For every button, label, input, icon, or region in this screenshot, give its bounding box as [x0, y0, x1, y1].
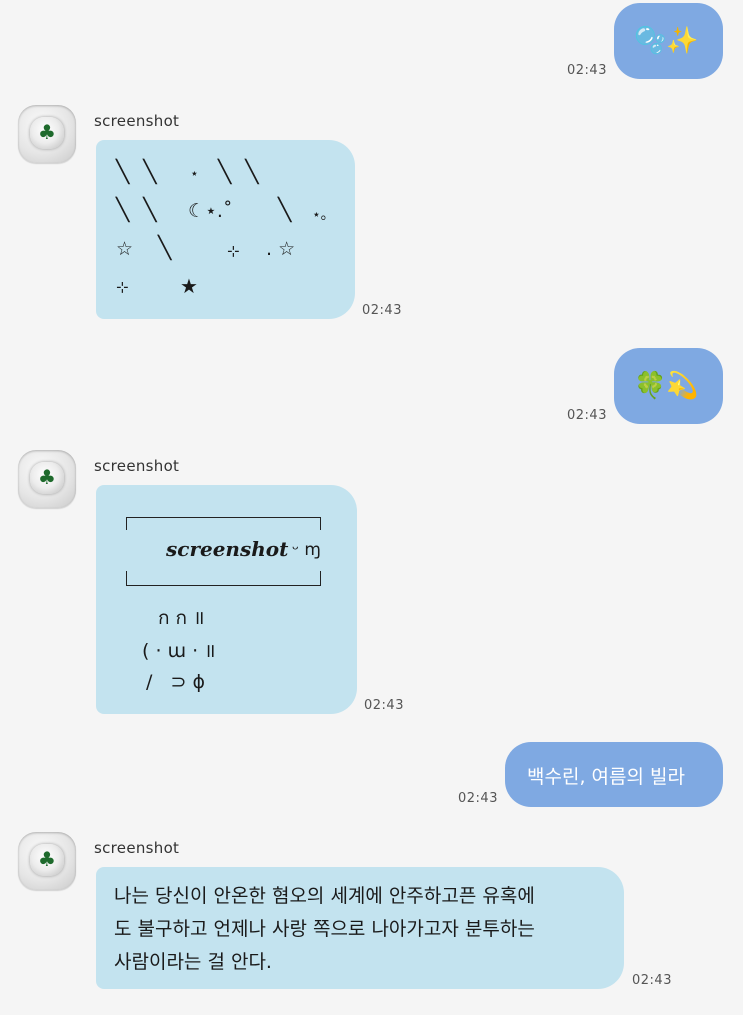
- message-text-line: 사람이라는 걸 안다.: [114, 951, 272, 973]
- incoming-message-bubble[interactable]: screenshot ᵕ ɱ ก ก ॥ ( · ɯ · ॥ / ⊃ ɸ: [96, 485, 357, 714]
- message-timestamp: 02:43: [458, 791, 498, 806]
- art-line: . ☆: [266, 238, 296, 260]
- avatar[interactable]: ♣: [18, 450, 76, 508]
- clover-icon: ♣: [38, 847, 56, 871]
- art-line: ╲ ╲: [218, 160, 259, 185]
- message-timestamp: 02:43: [632, 973, 672, 988]
- outgoing-message-bubble[interactable]: 🍀💫: [614, 348, 723, 424]
- art-line: ⊹: [116, 278, 129, 296]
- art-line: ☾⋆.˚: [188, 200, 233, 222]
- emoji-text: 🍀💫: [634, 371, 699, 401]
- avatar[interactable]: ♣: [18, 832, 76, 890]
- emoji-text: 🫧✨: [634, 26, 699, 56]
- incoming-message-bubble[interactable]: ╲ ╲ ⋆ ╲ ╲ ╲ ╲ ☾⋆.˚ ╲ ⋆｡ ☆ ╲ ⊹ . ☆ ⊹ ★: [96, 140, 355, 319]
- sender-name: screenshot: [94, 839, 180, 857]
- sender-name: screenshot: [94, 112, 180, 130]
- box-top-border: [126, 517, 321, 530]
- art-line: ╲: [278, 198, 292, 223]
- art-line: ★: [180, 274, 198, 298]
- art-line: / ⊃ ɸ: [146, 671, 206, 693]
- art-line: ⋆: [190, 166, 199, 182]
- art-line: ก ก ॥: [158, 607, 205, 629]
- message-text-line: 도 불구하고 언제나 사랑 쪽으로 나아가고자 분투하는: [114, 918, 535, 940]
- message-timestamp: 02:43: [567, 63, 607, 78]
- box-face-text: ᵕ ɱ: [292, 540, 321, 560]
- message-timestamp: 02:43: [364, 698, 404, 713]
- message-text: 백수린, 여름의 빌라: [527, 766, 685, 788]
- art-line: ⊹: [227, 242, 240, 260]
- box-name-text: screenshot: [166, 537, 289, 561]
- message-text-line: 나는 당신이 안온한 혐오의 세계에 안주하고픈 유혹에: [114, 885, 535, 907]
- avatar[interactable]: ♣: [18, 105, 76, 163]
- art-line: ( · ɯ · ॥: [142, 640, 216, 662]
- box-bottom-border: [126, 571, 321, 586]
- art-line: ╲ ╲: [116, 160, 157, 185]
- sender-name: screenshot: [94, 457, 180, 475]
- outgoing-message-bubble[interactable]: 백수린, 여름의 빌라: [505, 742, 723, 807]
- incoming-message-bubble[interactable]: 나는 당신이 안온한 혐오의 세계에 안주하고픈 유혹에 도 불구하고 언제나 …: [96, 867, 624, 989]
- message-timestamp: 02:43: [362, 303, 402, 318]
- art-line: ☆: [116, 238, 134, 260]
- clover-icon: ♣: [38, 465, 56, 489]
- art-line: ╲ ╲: [116, 198, 157, 223]
- art-line: ⋆｡: [312, 207, 328, 223]
- outgoing-message-bubble[interactable]: 🫧✨: [614, 3, 723, 79]
- clover-icon: ♣: [38, 120, 56, 144]
- message-timestamp: 02:43: [567, 408, 607, 423]
- art-line: ╲: [158, 236, 172, 261]
